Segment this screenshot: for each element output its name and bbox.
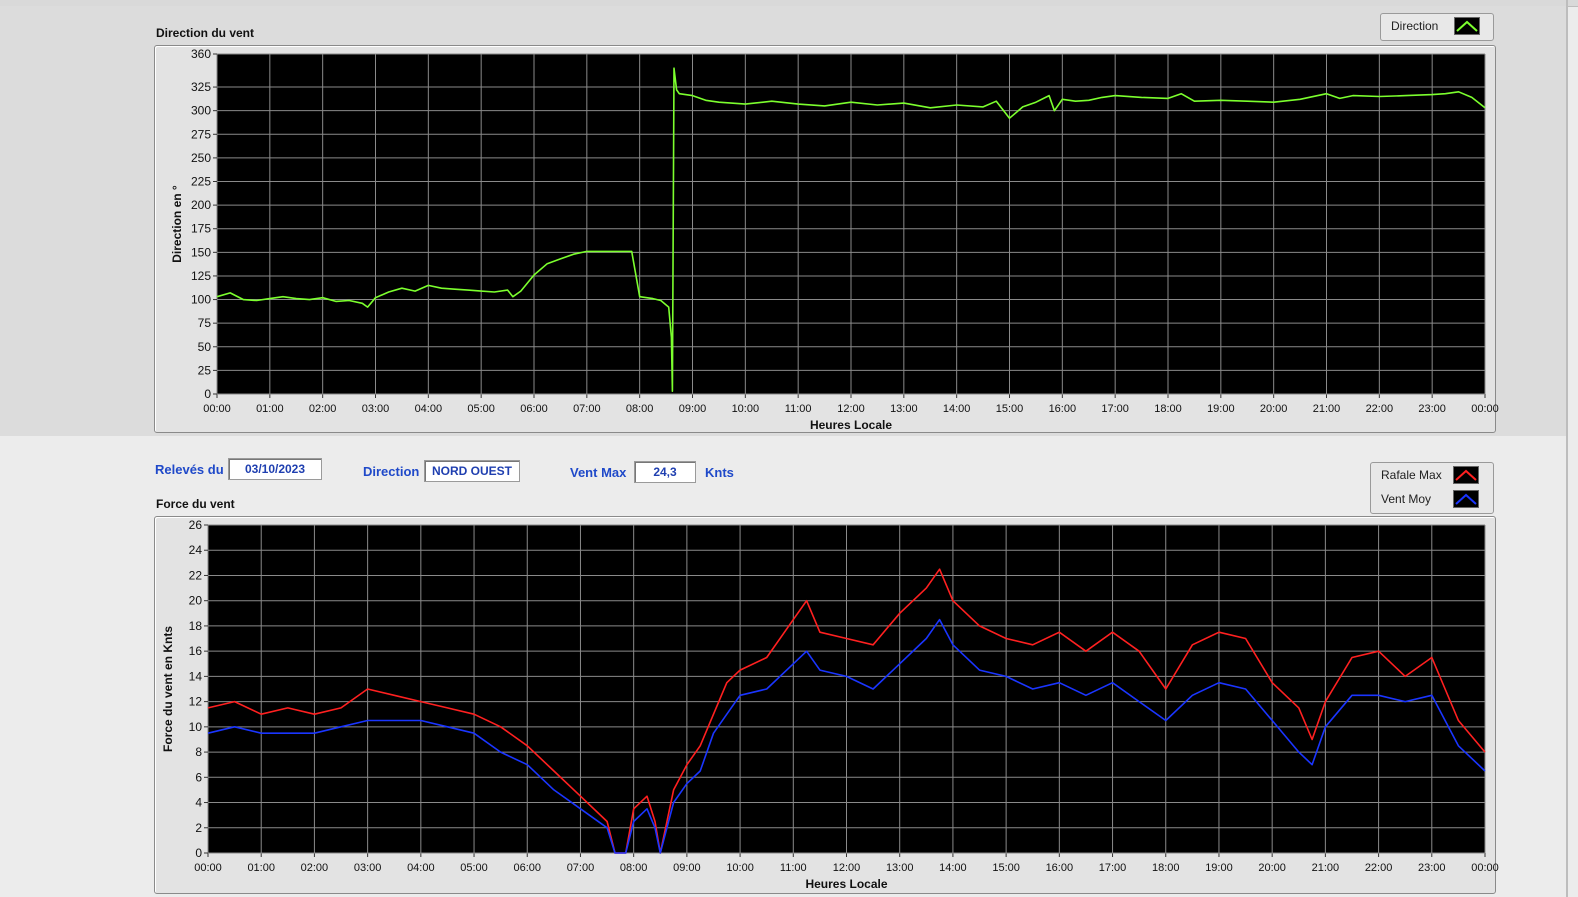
force-x-tick-label: 09:00 [673,862,701,874]
force-y-tick-label: 24 [189,543,203,557]
force-x-tick-label: 14:00 [939,862,967,874]
force-x-tick-label: 10:00 [726,862,754,874]
force-x-tick-label: 22:00 [1365,862,1393,874]
force-x-tick-label: 06:00 [513,862,541,874]
force-x-tick-label: 17:00 [1099,862,1127,874]
force-y-tick-label: 14 [189,669,203,683]
force-x-tick-label: 18:00 [1152,862,1180,874]
force-y-tick-label: 0 [195,846,202,860]
force-chart: 00:00 01:00 02:00 03:00 04:00 05:00 06:00 07:00… [161,518,1499,891]
force-y-tick-label: 12 [189,695,203,709]
force-x-tick-label: 00:00 [194,862,222,874]
force-x-tick-label: 01:00 [247,862,275,874]
force-x-tick-label: 21:00 [1312,862,1340,874]
force-x-tick-label: 19:00 [1205,862,1233,874]
force-y-tick-label: 6 [195,770,202,784]
force-x-tick-label: 00:00 [1471,862,1499,874]
force-y-tick-label: 20 [189,594,203,608]
force-x-tick-label: 05:00 [460,862,488,874]
force-y-tick-label: 4 [195,796,202,810]
force-y-tick-label: 16 [189,644,203,658]
force-y-tick-label: 26 [189,518,203,532]
force-x-tick-label: 03:00 [354,862,382,874]
force-y-tick-label: 18 [189,619,203,633]
force-x-tick-label: 08:00 [620,862,648,874]
force-x-tick-label: 07:00 [567,862,595,874]
force-x-tick-label: 02:00 [301,862,329,874]
force-y-axis-label: Force du vent en Knts [161,626,175,752]
force-x-tick-label: 20:00 [1258,862,1286,874]
force-x-tick-label: 15:00 [992,862,1020,874]
force-y-tick-label: 22 [189,568,203,582]
force-x-tick-label: 12:00 [833,862,861,874]
force-x-tick-label: 11:00 [780,862,807,874]
force-x-tick-label: 23:00 [1418,862,1446,874]
force-x-axis-label: Heures Locale [805,877,887,891]
force-y-tick-label: 10 [189,720,203,734]
force-y-tick-label: 8 [195,745,202,759]
force-x-tick-label: 13:00 [886,862,914,874]
force-y-tick-label: 2 [195,821,202,835]
force-x-tick-label: 04:00 [407,862,435,874]
force-x-tick-label: 16:00 [1046,862,1074,874]
